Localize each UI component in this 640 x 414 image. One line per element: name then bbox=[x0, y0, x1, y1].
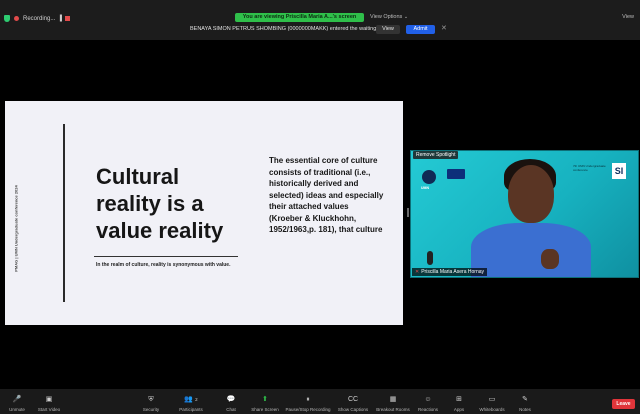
slide-subtitle: In the realm of culture, reality is syno… bbox=[96, 262, 231, 268]
smiley-icon: ☺ bbox=[424, 396, 432, 403]
view-options-label: View Options bbox=[370, 14, 403, 20]
close-notice-icon[interactable]: ✕ bbox=[441, 24, 447, 32]
shared-screen-slide: PMAG | UMN Undergraduate conference 2024… bbox=[5, 101, 403, 325]
chat-icon: 💬 bbox=[226, 396, 236, 403]
toolbar-label: Share Screen bbox=[251, 407, 279, 412]
slide-divider-horizontal bbox=[94, 256, 238, 257]
chevron-down-icon: ⌄ bbox=[403, 14, 409, 20]
pause-recording-icon[interactable]: || bbox=[59, 15, 62, 22]
microphone-icon: 🎤 bbox=[12, 396, 22, 403]
speaker-video-tile[interactable]: UMN 7th UMN Undergraduate conference SI bbox=[410, 150, 639, 278]
toolbar-label: Reactions bbox=[417, 407, 438, 412]
slide-side-text: PMAG | UMN Undergraduate conference 2024 bbox=[13, 185, 19, 272]
participant-nameplate: ✕ Priscilla Maria Asera Hornay bbox=[412, 268, 488, 276]
participant-name: Priscilla Maria Asera Hornay bbox=[421, 269, 485, 275]
resize-handle[interactable] bbox=[407, 208, 409, 217]
show-captions-button[interactable]: CC Show Captions bbox=[333, 395, 373, 412]
recording-indicator: Recording... || bbox=[4, 15, 71, 22]
toolbar-label: Apps bbox=[453, 407, 465, 412]
notes-button[interactable]: ✎ Notes bbox=[505, 395, 545, 412]
slide-divider-vertical bbox=[63, 124, 65, 302]
recording-dot-icon bbox=[14, 16, 19, 21]
start-video-button[interactable]: ▣ Start Video bbox=[29, 395, 69, 412]
participants-glyph: 👥 bbox=[184, 396, 194, 403]
view-mode-button[interactable]: View bbox=[622, 14, 634, 20]
toolbar-label: Unmute bbox=[9, 407, 25, 412]
toolbar-label: Security bbox=[142, 407, 160, 412]
mic-muted-icon: ✕ bbox=[415, 269, 420, 275]
view-options-button[interactable]: View Options ⌄ bbox=[370, 14, 408, 20]
apps-icon: ⊞ bbox=[456, 396, 462, 403]
whiteboard-icon: ▭ bbox=[488, 396, 496, 403]
recording-label: Recording... bbox=[23, 15, 56, 22]
umn-logo-icon bbox=[422, 170, 436, 184]
toolbar-label: Whiteboards bbox=[479, 407, 505, 412]
toolbar-label: Show Captions bbox=[337, 407, 369, 412]
participant-count: 2 bbox=[195, 397, 198, 402]
speaker-hand bbox=[541, 249, 559, 269]
toolbar-label: Breakout Rooms bbox=[376, 407, 410, 412]
share-screen-icon: ⬆ bbox=[262, 396, 268, 403]
admit-button[interactable]: Admit bbox=[406, 25, 435, 34]
waiting-room-notice: BENAYA SIMON PETRUS SHOMBING (0000000MAK… bbox=[190, 26, 391, 32]
security-shield-icon bbox=[4, 15, 10, 22]
slide-body-text: The essential core of culture consists o… bbox=[269, 156, 384, 234]
leave-button[interactable]: Leave bbox=[612, 399, 635, 409]
breakout-rooms-button[interactable]: ▦ Breakout Rooms bbox=[373, 395, 413, 412]
microphone-icon bbox=[427, 251, 433, 265]
toolbar-label: Participants bbox=[179, 407, 203, 412]
toolbar-label: Notes bbox=[519, 407, 531, 412]
event-badge-icon bbox=[447, 169, 465, 179]
captions-icon: CC bbox=[347, 396, 359, 403]
pause-icon: ⏸ bbox=[306, 396, 310, 403]
shield-icon: ⛨ bbox=[148, 396, 154, 403]
remove-spotlight-button[interactable]: Remove Spotlight bbox=[413, 151, 459, 159]
slide-title: Cultural reality is a value reality bbox=[96, 164, 224, 243]
banner-text: 7th UMN Undergraduate conference bbox=[573, 164, 606, 172]
speaker-body bbox=[471, 223, 591, 277]
si-logo: SI bbox=[612, 163, 626, 179]
toolbar-label: Start Video bbox=[37, 407, 61, 412]
viewing-screen-banner: You are viewing Priscilla Maria A...'s s… bbox=[235, 13, 364, 22]
breakout-rooms-icon: ▦ bbox=[389, 396, 397, 403]
stop-recording-icon[interactable] bbox=[65, 16, 71, 21]
pause-stop-recording-button[interactable]: ⏸ Pause/Stop Recording bbox=[285, 395, 331, 412]
toolbar-label: Pause/Stop Recording bbox=[285, 407, 331, 412]
speaker-head bbox=[508, 165, 554, 223]
share-screen-button[interactable]: ⬆ Share Screen bbox=[245, 395, 285, 412]
logo-caption: UMN bbox=[421, 186, 429, 190]
video-camera-icon: ▣ bbox=[45, 396, 53, 403]
security-button[interactable]: ⛨ Security bbox=[131, 395, 171, 412]
participants-icon: 👥 2 bbox=[184, 395, 197, 404]
view-waiting-room-button[interactable]: View bbox=[376, 25, 400, 34]
toolbar-label: Chat bbox=[226, 407, 236, 412]
participants-button[interactable]: 👥 2 Participants bbox=[171, 395, 211, 412]
notes-icon: ✎ bbox=[522, 396, 528, 403]
